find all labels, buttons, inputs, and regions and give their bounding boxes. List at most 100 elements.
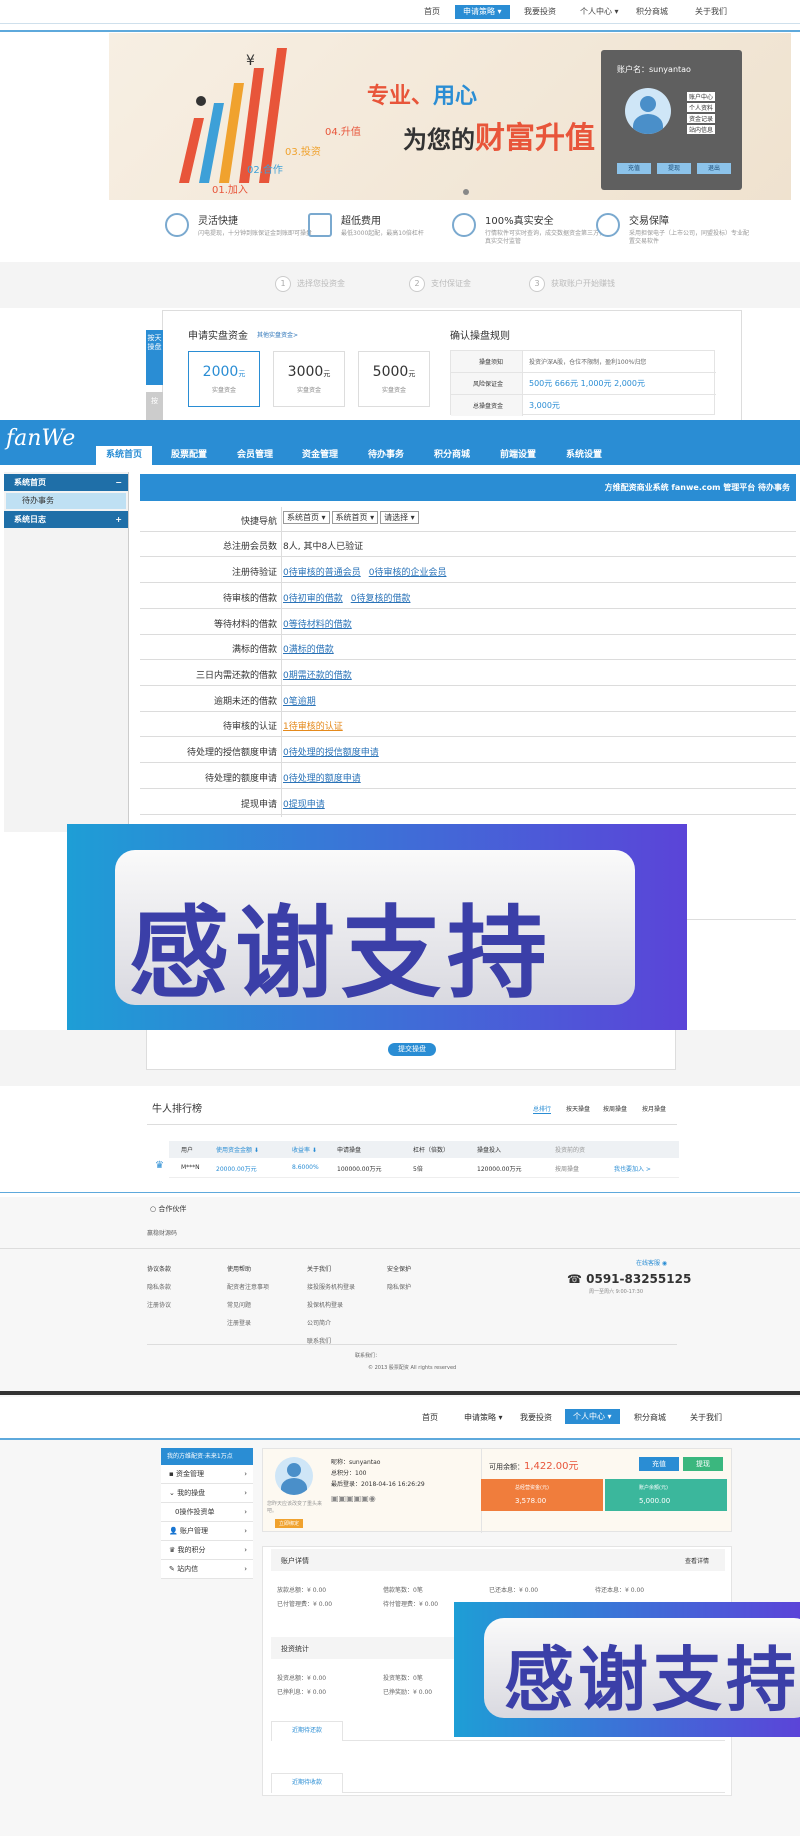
footer-col-about: 关于我们 接投服务机构登录 投保机构登录 公司简介 联系我们 [307, 1266, 356, 1345]
admin-tab-members[interactable]: 会员管理 [237, 446, 273, 465]
admin-tab-points[interactable]: 积分商城 [434, 446, 470, 465]
quick-nav-select-2[interactable]: 系统首页 ▾ [331, 511, 379, 524]
feature-flexible: 灵活快捷 闪电提现，十分钟到账保证金到账即可操盘 [198, 216, 313, 237]
table-row: M***N 20000.00万元 8.6000% 100000.00万元 5倍 … [169, 1160, 679, 1178]
rank-tab-weekly[interactable]: 按周操盘 [603, 1104, 627, 1113]
tab-daily-trading[interactable]: 按天操盘 [146, 330, 163, 385]
pending-link[interactable]: 0待处理的授信额度申请 [283, 748, 379, 758]
link-fund-records[interactable]: 资金记录 [687, 114, 716, 123]
copyright: © 2013 股票配资 All rights reserved [368, 1365, 457, 1371]
pending-link[interactable]: 0满标的借款 [283, 645, 334, 655]
banner-step-3: 03.投资 [285, 147, 321, 158]
sidebar-item-my-trades[interactable]: ⌄ 我的操盘 › [161, 1484, 253, 1503]
banner-slogan-line2: 为您的财富升值 [403, 121, 595, 156]
logout-button[interactable]: 退出 [697, 163, 731, 174]
nav-points-mall[interactable]: 积分商城 [628, 5, 676, 19]
invest-stats-title: 投资统计 [281, 1645, 309, 1653]
sidebar-group-home[interactable]: 系统首页 − [4, 474, 128, 491]
thanks-text: 感谢支持 [129, 895, 553, 1012]
account-name: 账户名：sunyantao [617, 65, 691, 74]
pending-link[interactable]: 0笔逾期 [283, 697, 316, 707]
admin-tab-stock-config[interactable]: 股票配置 [171, 446, 207, 465]
pending-link[interactable]: 1待审核的认证 [283, 722, 343, 732]
avatar[interactable] [625, 88, 671, 134]
online-service-link[interactable]: 在线客服 ◉ [636, 1258, 667, 1267]
pending-link[interactable]: 0期需还款的借款 [283, 671, 352, 681]
link-account-center[interactable]: 账户中心 [687, 92, 716, 101]
nav-apply-strategy[interactable]: 申请策略 ▾ [455, 5, 510, 19]
pending-link[interactable]: 0待处理的额度申请 [283, 774, 361, 784]
pending-link[interactable]: 0待复核的借款 [351, 594, 411, 604]
thanks-overlay: 感谢支持 [454, 1602, 800, 1737]
pending-link[interactable]: 0等待材料的借款 [283, 620, 352, 630]
nav-apply-strategy[interactable]: 申请策略 ▾ [464, 1412, 503, 1423]
link-messages[interactable]: 站内信息 [687, 125, 716, 134]
table-row: 注册待验证 0待审核的普通会员 0待审核的企业会员 [140, 558, 796, 583]
nav-home[interactable]: 首页 [416, 5, 448, 19]
nav-home[interactable]: 首页 [422, 1412, 438, 1423]
nav-invest[interactable]: 我要投资 [520, 1412, 552, 1423]
nav-points-mall[interactable]: 积分商城 [634, 1412, 666, 1423]
view-details-link[interactable]: 查看详情 [685, 1556, 709, 1565]
sidebar-item-invest-orders[interactable]: 0操作投资单 › [161, 1503, 253, 1522]
pending-link[interactable]: 0提现申请 [283, 800, 325, 810]
available-balance: 可用余额：1,422.00元 [489, 1461, 579, 1472]
avatar[interactable] [275, 1457, 313, 1495]
admin-content-header: 方维配资商业系统 fanwe.com 管理平台 待办事务 [140, 474, 796, 501]
table-row: 逾期未还的借款 0笔逾期 [140, 687, 796, 712]
banner-slogan-line1: 专业、用心 [367, 84, 478, 109]
nav-invest[interactable]: 我要投资 [516, 5, 564, 19]
admin-tab-frontend[interactable]: 前端设置 [500, 446, 536, 465]
sidebar-item-points[interactable]: ♛ 我的积分 › [161, 1541, 253, 1560]
sidebar-item-messages[interactable]: ✎ 站内信 › [161, 1560, 253, 1579]
rank-tab-overall[interactable]: 总排行 [533, 1104, 552, 1114]
other-funds-link[interactable]: 其他实盘资金> [257, 330, 298, 339]
pending-link[interactable]: 0待初审的借款 [283, 594, 343, 604]
divider [0, 1391, 800, 1395]
admin-tab-home[interactable]: 系统首页 [96, 446, 153, 465]
hotline: ☎ 0591-83255125 [567, 1272, 692, 1286]
tab-other[interactable]: 按 [146, 392, 163, 420]
submit-trade-button[interactable]: 提交操盘 [388, 1043, 436, 1056]
step-1: 1 选择您投资金 [275, 276, 345, 292]
tab-upcoming-repayments[interactable]: 近期待还款 [271, 1721, 343, 1741]
svg-text:¥: ¥ [246, 53, 255, 69]
sidebar-item-account[interactable]: 👤 账户管理 › [161, 1522, 253, 1541]
rank-tab-daily[interactable]: 按天操盘 [566, 1104, 590, 1113]
sidebar-item-todo[interactable]: 待办事务 [6, 493, 126, 509]
feature-secure: 100%真实安全 行情软件可实时查询，成交数据资金第三方，真实交付监管 [485, 216, 606, 245]
nav-user-center[interactable]: 个人中心 ▾ [565, 1409, 620, 1424]
pending-link[interactable]: 0待审核的企业会员 [369, 568, 447, 578]
amount-option-2000[interactable]: 2000元 实盘资金 [188, 351, 260, 407]
admin-tab-funds[interactable]: 资金管理 [302, 446, 338, 465]
nav-user-center[interactable]: 个人中心 ▾ [572, 5, 627, 19]
process-steps: 1 选择您投资金 2 支付保证金 3 获取账户开始赚钱 [0, 262, 800, 308]
tab-upcoming-receipts[interactable]: 近期待收款 [271, 1773, 343, 1793]
partner-item[interactable]: 赢稳财源码 [147, 1228, 177, 1237]
admin-tab-system[interactable]: 系统设置 [566, 446, 602, 465]
nav-about[interactable]: 关于我们 [690, 1412, 722, 1423]
rank-tab-monthly[interactable]: 按月操盘 [642, 1104, 666, 1113]
withdraw-button[interactable]: 提现 [657, 163, 691, 174]
withdraw-button[interactable]: 提现 [683, 1457, 723, 1471]
carousel-dot[interactable] [463, 189, 469, 195]
pending-link[interactable]: 0待审核的普通会员 [283, 568, 361, 578]
bind-now-button[interactable]: 立即绑定 [275, 1519, 304, 1528]
quick-nav-select-3[interactable]: 请选择 ▾ [380, 511, 419, 524]
amount-option-3000[interactable]: 3000元 实盘资金 [273, 351, 345, 407]
table-row: 总注册会员数 8人, 其中8人已验证 [140, 532, 796, 557]
risk-deposit-options[interactable]: 500元 666元 1,000元 2,000元 [529, 378, 645, 389]
sidebar-group-logs[interactable]: 系统日志 + [4, 511, 128, 528]
sidebar-item-funds[interactable]: ▪ 资金管理 › [161, 1465, 253, 1484]
uc-profile-card: 您昨天应该改变了重头来吧。 立即绑定 昵称：sunyantao 总积分：100 最后… [262, 1448, 732, 1533]
detail-title: 账户详情 [281, 1557, 309, 1565]
link-profile[interactable]: 个人资料 [687, 103, 716, 112]
quick-nav-select-1[interactable]: 系统首页 ▾ [283, 511, 330, 524]
admin-tab-todo[interactable]: 待办事务 [368, 446, 404, 465]
thanks-overlay: 感谢支持 [67, 824, 687, 1041]
recharge-button[interactable]: 充值 [639, 1457, 679, 1471]
recharge-button[interactable]: 充值 [617, 163, 651, 174]
amount-option-5000[interactable]: 5000元 实盘资金 [358, 351, 430, 407]
nav-about[interactable]: 关于我们 [687, 5, 735, 19]
join-link[interactable]: 我也要加入 > [614, 1164, 651, 1173]
